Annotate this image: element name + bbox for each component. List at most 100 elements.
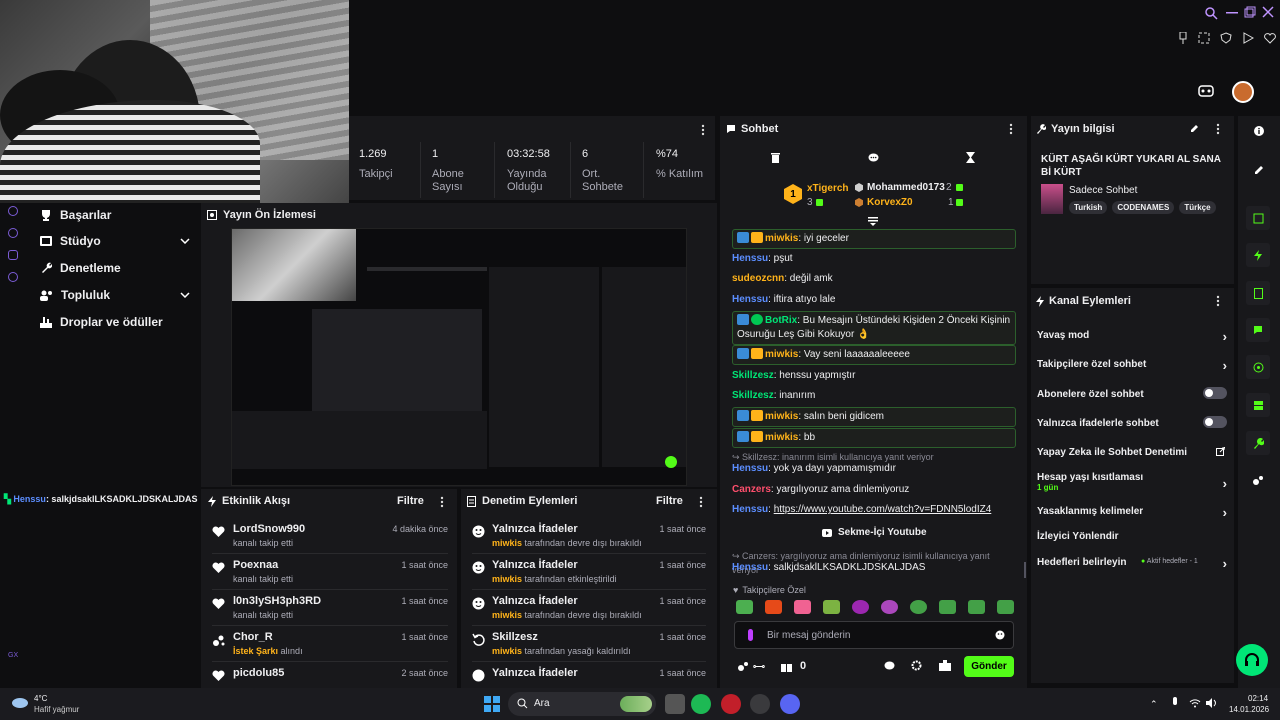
channel-action-raid[interactable]: İzleyici Yönlendir <box>1037 531 1227 542</box>
gear-icon[interactable] <box>8 272 18 282</box>
play-icon[interactable] <box>1242 32 1254 44</box>
channel-action-subs-only[interactable]: Abonelere özel sohbet <box>1037 387 1227 400</box>
channel-action-emotes-only[interactable]: Yalnızca ifadelerle sohbet <box>1037 416 1227 429</box>
list-item[interactable]: Yalnızca İfadeler miwkis tarafından etki… <box>472 556 706 590</box>
channel-action-followers-only[interactable]: Takipçilere özel sohbet › <box>1037 358 1227 373</box>
list-item[interactable]: Poexnaa kanalı takip etti 1 saat önce <box>212 556 448 590</box>
task-view-icon[interactable] <box>665 694 685 714</box>
rail-lightning-icon[interactable] <box>1246 243 1270 267</box>
shield-icon[interactable] <box>1220 32 1232 44</box>
chat-scrollbar[interactable] <box>1024 562 1026 578</box>
more-vertical-icon[interactable] <box>1216 295 1220 307</box>
wifi-icon[interactable] <box>1189 698 1201 708</box>
close-icon[interactable] <box>1262 6 1276 20</box>
category-name[interactable]: Sadece Sohbet <box>1069 185 1137 196</box>
trash-icon[interactable] <box>771 153 780 163</box>
toggle-switch[interactable] <box>1203 416 1227 428</box>
filter-button[interactable]: Filtre <box>397 495 424 507</box>
chat-message[interactable]: Henssu: yok ya dayı yapmamışmıdır <box>732 462 1016 476</box>
expand-icon[interactable] <box>868 217 878 226</box>
emote-icon[interactable] <box>881 600 898 614</box>
chat-input[interactable]: Bir mesaj gönderin <box>734 621 1014 649</box>
chat-bubble-icon[interactable] <box>868 153 879 163</box>
minimize-icon[interactable] <box>1226 12 1240 26</box>
hourglass-icon[interactable] <box>966 152 975 163</box>
more-vertical-icon[interactable] <box>440 496 444 508</box>
emote-icon[interactable] <box>968 600 985 614</box>
volume-icon[interactable] <box>1206 698 1218 708</box>
chat-settings-bubble-icon[interactable] <box>884 661 895 671</box>
list-item[interactable]: picdolu85 2 saat önce <box>212 664 448 686</box>
emote-icon[interactable] <box>736 600 753 614</box>
chat-message[interactable]: Skillzesz: henssu yapmıştır <box>732 369 1016 383</box>
tag[interactable]: CODENAMES <box>1112 201 1175 214</box>
microphone-icon[interactable] <box>748 629 753 641</box>
leaderboard-second-name[interactable]: Mohammed0173 <box>867 182 945 193</box>
list-item[interactable]: Yalnızca İfadeler 1 saat önce <box>472 664 706 686</box>
list-item[interactable]: Yalnızca İfadeler miwkis tarafından devr… <box>472 520 706 554</box>
list-item[interactable]: l0n3lySH3ph3RD kanalı takip etti 1 saat … <box>212 592 448 626</box>
clock-icon[interactable] <box>8 228 18 238</box>
chat-message[interactable]: Henssu: https://www.youtube.com/watch?v=… <box>732 503 1016 517</box>
chat-message[interactable]: miwkis: iyi geceler <box>732 229 1016 249</box>
restore-icon[interactable] <box>1244 6 1258 20</box>
search-icon[interactable] <box>1204 6 1218 20</box>
rail-chat-icon[interactable] <box>1246 318 1270 342</box>
chat-message[interactable]: miwkis: bb <box>732 428 1016 448</box>
more-vertical-icon[interactable] <box>1216 123 1220 135</box>
gift-counter[interactable]: 0 <box>781 660 806 672</box>
edit-icon[interactable] <box>1254 165 1264 175</box>
sidebar-item-achievements[interactable]: Başarılar <box>40 208 190 222</box>
tag[interactable]: Turkish <box>1069 201 1108 214</box>
leaderboard-third-name[interactable]: KorvexZ0 <box>867 197 913 208</box>
chat-icon[interactable] <box>8 250 18 260</box>
emote-icon[interactable] <box>794 600 811 614</box>
opera-gx-icon[interactable] <box>721 694 741 714</box>
help-button[interactable] <box>1236 644 1268 676</box>
filter-button[interactable]: Filtre <box>656 495 683 507</box>
rail-layout-icon[interactable] <box>1246 393 1270 417</box>
edit-icon[interactable] <box>1190 124 1199 133</box>
emote-icon[interactable] <box>852 600 869 614</box>
creator-mode-icon[interactable] <box>1198 84 1214 98</box>
channel-action-goals[interactable]: Hedefleri belirleyin ● Aktif hedefler - 1… <box>1037 556 1227 571</box>
emote-icon[interactable] <box>765 600 782 614</box>
rail-broadcast-icon[interactable] <box>1246 355 1270 379</box>
chat-message[interactable]: miwkis: Vay seni laaaaaaleeeee <box>732 345 1016 365</box>
chat-message[interactable]: Canzers: yargılıyoruz ama dinlemiyoruz <box>732 483 1016 497</box>
microphone-tray-icon[interactable] <box>1171 697 1179 709</box>
pin-icon[interactable] <box>1178 32 1188 44</box>
rail-stream-preview-icon[interactable] <box>1246 206 1270 230</box>
spotify-icon[interactable] <box>691 694 711 714</box>
nav-icon[interactable] <box>8 206 18 216</box>
channel-action-account-age[interactable]: Hesap yaşı kısıtlaması 1 gün › <box>1037 472 1227 492</box>
screenshot-icon[interactable] <box>1198 32 1210 44</box>
chat-message[interactable]: Skillzesz: inanırım <box>732 389 1016 403</box>
rail-list-icon[interactable] <box>1246 281 1270 305</box>
emote-icon[interactable] <box>939 600 956 614</box>
sidebar-item-moderation[interactable]: Denetleme <box>40 261 190 275</box>
chat-message[interactable]: Henssu: iftira atıyo lale <box>732 293 1016 307</box>
sidebar-item-studio[interactable]: Stüdyo <box>40 234 190 248</box>
sidebar-item-community[interactable]: Topluluk <box>40 288 190 302</box>
leaderboard-first-name[interactable]: xTigerch <box>807 183 849 194</box>
more-vertical-icon[interactable] <box>1009 123 1013 135</box>
heart-outline-icon[interactable] <box>1264 32 1276 44</box>
rail-wrench-icon[interactable] <box>1246 431 1270 455</box>
windows-start-icon[interactable] <box>484 696 500 712</box>
sidebar-item-drops[interactable]: Droplar ve ödüller <box>40 315 190 329</box>
tag[interactable]: Türkçe <box>1179 201 1216 214</box>
avatar[interactable] <box>1232 81 1254 103</box>
chat-message[interactable]: Henssu: pşut <box>732 252 1016 266</box>
list-item[interactable]: Yalnızca İfadeler miwkis tarafından devr… <box>472 592 706 626</box>
channel-action-ai-moderation[interactable]: Yapay Zeka ile Sohbet Denetimi <box>1037 447 1227 458</box>
list-item[interactable]: Skillzesz miwkis tarafından yasağı kaldı… <box>472 628 706 662</box>
gear-icon[interactable] <box>911 660 922 671</box>
obs-icon[interactable] <box>750 694 770 714</box>
chat-message[interactable]: miwkis: salın beni gidicem <box>732 407 1016 427</box>
more-vertical-icon[interactable] <box>701 124 705 136</box>
send-button[interactable]: Gönder <box>964 656 1014 677</box>
taskbar-search[interactable]: Ara <box>508 692 656 716</box>
tray-chevron-up-icon[interactable]: ⌃ <box>1150 699 1158 710</box>
chat-message[interactable]: sudeozcnn: değil amk <box>732 272 1016 286</box>
